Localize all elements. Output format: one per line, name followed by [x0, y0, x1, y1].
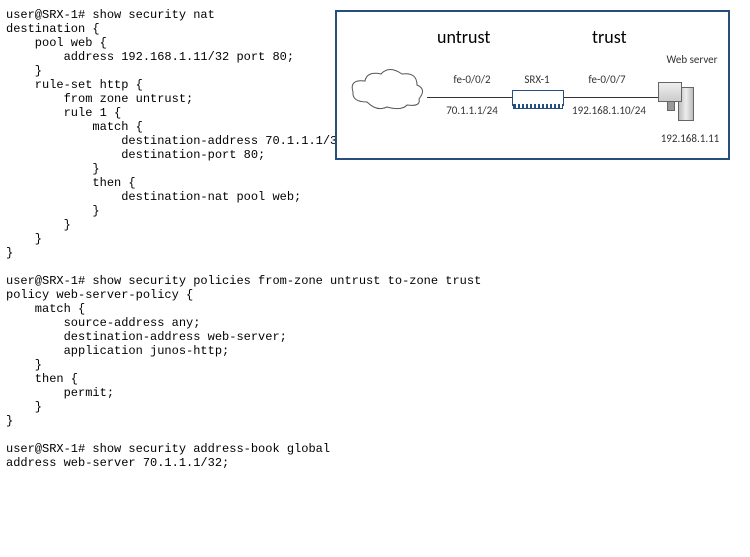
interface-trust-label: fe-0/0/7: [567, 73, 647, 86]
cloud-icon: [347, 67, 427, 112]
link-srx-server: [562, 97, 667, 98]
server-icon: [668, 67, 708, 127]
network-diagram: untrust trust SRX-1 fe-0/0/2 fe-0/0/7 70…: [335, 10, 730, 160]
server-label: Web server: [652, 53, 732, 66]
link-cloud-srx: [427, 97, 512, 98]
server-ip-label: 192.168.1.11: [650, 132, 730, 145]
zone-label-trust: trust: [592, 26, 627, 48]
zone-label-untrust: untrust: [437, 26, 490, 48]
ip-trust-label: 192.168.1.10/24: [559, 104, 659, 117]
interface-untrust-label: fe-0/0/2: [432, 73, 512, 86]
srx-device-icon: [512, 90, 564, 106]
ip-untrust-label: 70.1.1.1/24: [427, 104, 517, 117]
